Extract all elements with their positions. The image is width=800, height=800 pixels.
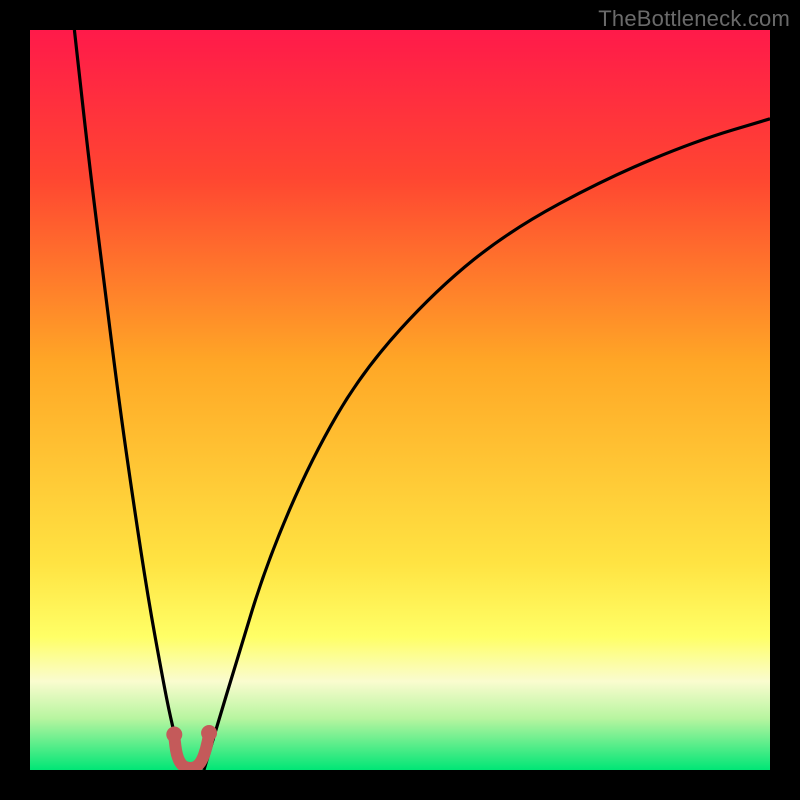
plot-svg — [30, 30, 770, 770]
series-group — [74, 30, 770, 770]
valley-dot — [166, 726, 182, 742]
plot-frame — [30, 30, 770, 770]
dots-group — [166, 725, 217, 742]
series-curve-left — [74, 30, 184, 770]
valley-dot — [201, 725, 217, 741]
series-curve-right — [204, 119, 770, 770]
watermark-text: TheBottleneck.com — [598, 6, 790, 32]
